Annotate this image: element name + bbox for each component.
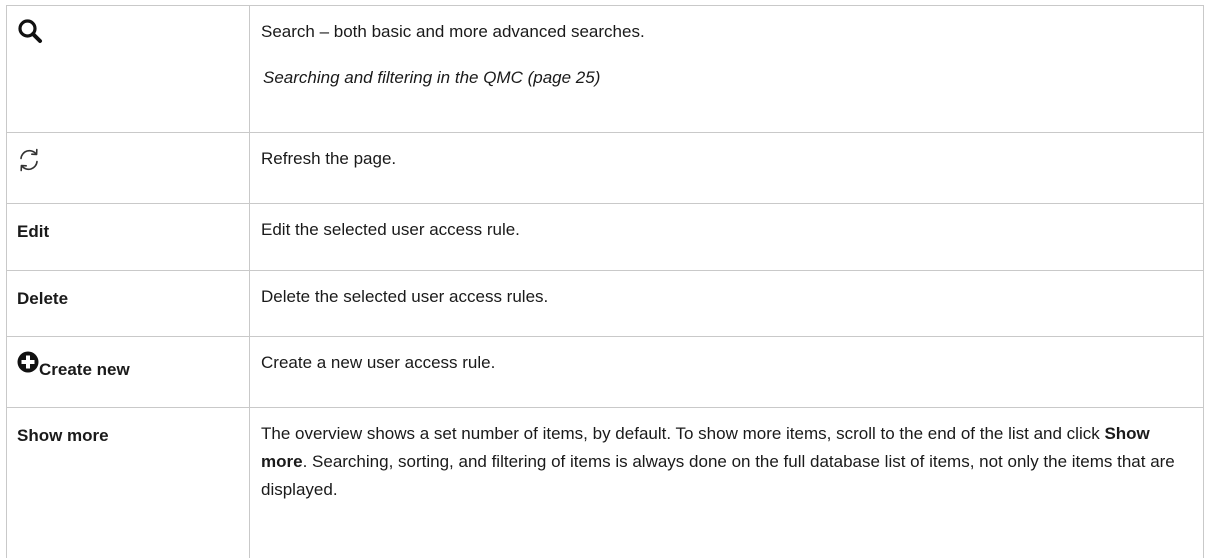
table-row-search: Search – both basic and more advanced se… xyxy=(7,6,1204,133)
table-row-show-more: Show more The overview shows a set numbe… xyxy=(7,408,1204,558)
command-reference-table: Search – both basic and more advanced se… xyxy=(6,5,1204,558)
description-text: Delete the selected user access rules. xyxy=(261,283,1193,311)
search-icon xyxy=(17,18,43,44)
command-cell-create-new: Create new xyxy=(7,337,250,408)
create-new-label: Create new xyxy=(39,360,130,379)
description-text: Search – both basic and more advanced se… xyxy=(261,18,1193,46)
command-cell-show-more: Show more xyxy=(7,408,250,558)
command-cell-edit: Edit xyxy=(7,204,250,271)
description-cell-show-more: The overview shows a set number of items… xyxy=(250,408,1204,558)
description-cell-search: Search – both basic and more advanced se… xyxy=(250,6,1204,133)
command-cell-refresh xyxy=(7,133,250,204)
description-cell-edit: Edit the selected user access rule. xyxy=(250,204,1204,271)
table-row-edit: Edit Edit the selected user access rule. xyxy=(7,204,1204,271)
command-cell-search xyxy=(7,6,250,133)
description-cell-refresh: Refresh the page. xyxy=(250,133,1204,204)
table-row-create-new: Create new Create a new user access rule… xyxy=(7,337,1204,408)
delete-label: Delete xyxy=(17,289,68,308)
command-cell-delete: Delete xyxy=(7,271,250,337)
table-row-refresh: Refresh the page. xyxy=(7,133,1204,204)
refresh-icon xyxy=(16,147,42,173)
description-cell-create-new: Create a new user access rule. xyxy=(250,337,1204,408)
edit-label: Edit xyxy=(17,222,49,241)
description-text: Create a new user access rule. xyxy=(261,349,1193,377)
description-text: Refresh the page. xyxy=(261,145,1193,173)
show-more-label: Show more xyxy=(17,426,109,445)
table-row-delete: Delete Delete the selected user access r… xyxy=(7,271,1204,337)
description-text: The overview shows a set number of items… xyxy=(261,420,1193,504)
plus-circle-icon xyxy=(17,351,39,373)
description-cell-delete: Delete the selected user access rules. xyxy=(250,271,1204,337)
description-text: Edit the selected user access rule. xyxy=(261,216,1193,244)
cross-reference-link[interactable]: Searching and filtering in the QMC (page… xyxy=(261,64,1193,92)
